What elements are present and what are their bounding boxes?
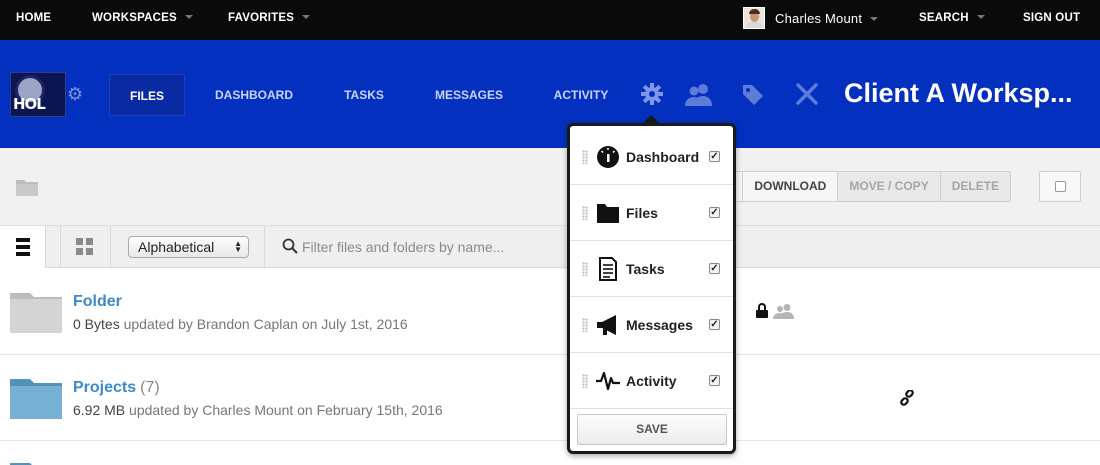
file-row[interactable]: Folder 0 Bytes updated by Brandon Caplan…	[0, 269, 1100, 355]
nav-search-label: SEARCH	[919, 12, 969, 24]
download-button[interactable]: DOWNLOAD	[742, 172, 838, 201]
nav-workspaces-label: WORKSPACES	[92, 12, 177, 24]
popup-item-label: Messages	[626, 317, 693, 333]
popup-item-dashboard[interactable]: Dashboard ✓	[570, 129, 733, 185]
tools-icon[interactable]	[794, 82, 820, 111]
file-meta: 0 Bytes updated by Brandon Caplan on Jul…	[73, 316, 408, 332]
file-name: Folder	[73, 293, 122, 310]
filter-input[interactable]	[302, 234, 562, 260]
sign-out-link[interactable]: SIGN OUT	[1023, 0, 1080, 40]
tab-messages[interactable]: MESSAGES	[423, 74, 515, 116]
logo-text: HOL	[13, 95, 46, 113]
megaphone-icon	[596, 313, 620, 337]
file-size: 6.92 MB	[73, 402, 126, 418]
workspace-title: Client A Worksp...	[844, 78, 1073, 108]
chevron-down-icon	[302, 15, 311, 19]
popup-item-files[interactable]: Files ✓	[570, 185, 733, 241]
top-navigation: HOME WORKSPACES FAVORITES Charles Mount …	[0, 0, 1100, 40]
popup-item-label: Files	[626, 205, 658, 221]
user-menu[interactable]: Charles Mount	[775, 0, 879, 40]
nav-favorites-label: FAVORITES	[228, 12, 295, 24]
file-meta: 6.92 MB updated by Charles Mount on Febr…	[73, 402, 443, 418]
move-copy-button[interactable]: MOVE / COPY	[837, 172, 940, 201]
chevron-down-icon	[870, 17, 879, 21]
drag-handle-icon[interactable]	[582, 150, 588, 164]
avatar[interactable]	[743, 7, 765, 29]
filter-bar: Alphabetical ▲ ▼	[0, 226, 1100, 268]
file-actions: TE DOWNLOAD MOVE / COPY DELETE	[704, 171, 1012, 202]
tab-files[interactable]: FILES	[109, 74, 185, 116]
folder-icon	[10, 375, 62, 424]
grid-view-button[interactable]	[60, 226, 111, 268]
popup-pointer	[643, 115, 659, 123]
tag-icon[interactable]	[740, 82, 766, 111]
nav-favorites[interactable]: FAVORITES	[228, 0, 311, 40]
chevron-down-icon	[976, 15, 985, 19]
tab-settings-popup: Dashboard ✓ Files ✓ Tasks ✓ Messages ✓ A…	[567, 123, 736, 454]
popup-item-label: Tasks	[626, 261, 665, 277]
popup-item-activity[interactable]: Activity ✓	[570, 353, 733, 409]
drag-handle-icon[interactable]	[582, 206, 588, 220]
tab-activity[interactable]: ACTIVITY	[543, 74, 619, 116]
document-icon	[596, 257, 620, 281]
drag-handle-icon[interactable]	[582, 318, 588, 332]
lock-icon	[756, 303, 768, 323]
users-icon[interactable]	[684, 82, 714, 111]
chevron-down-icon	[184, 15, 193, 19]
popup-item-messages[interactable]: Messages ✓	[570, 297, 733, 353]
list-view-icon	[16, 238, 30, 256]
popup-item-tasks[interactable]: Tasks ✓	[570, 241, 733, 297]
list-view-button[interactable]	[0, 226, 46, 268]
workspace-header: HOL ⚙ FILES DASHBOARD TASKS MESSAGES ACT…	[0, 40, 1100, 148]
popup-item-checkbox[interactable]: ✓	[709, 207, 720, 218]
gear-icon[interactable]	[640, 82, 664, 111]
shared-users-icon	[772, 303, 796, 324]
folder-icon	[16, 178, 38, 201]
popup-item-checkbox[interactable]: ✓	[709, 151, 720, 162]
file-updated: updated by Brandon Caplan on July 1st, 2…	[123, 316, 408, 332]
tab-tasks[interactable]: TASKS	[333, 74, 395, 116]
delete-button[interactable]: DELETE	[939, 172, 1011, 201]
select-all-checkbox[interactable]	[1039, 171, 1081, 202]
select-arrows-icon: ▲ ▼	[234, 239, 242, 254]
drag-handle-icon[interactable]	[582, 262, 588, 276]
user-name: Charles Mount	[775, 11, 863, 26]
folder-icon	[596, 201, 620, 225]
save-button[interactable]: SAVE	[577, 414, 727, 445]
file-count: (7)	[140, 379, 160, 396]
file-name-link[interactable]: Projects (7)	[73, 379, 160, 397]
file-size: 0 Bytes	[73, 316, 120, 332]
folder-icon	[10, 459, 62, 465]
activity-icon	[596, 369, 620, 393]
link-icon	[899, 389, 915, 411]
nav-search[interactable]: SEARCH	[919, 0, 985, 40]
sort-select-value: Alphabetical	[138, 239, 215, 255]
file-name-link[interactable]: Folder	[73, 293, 122, 311]
popup-item-label: Dashboard	[626, 149, 700, 165]
logo-settings-icon[interactable]: ⚙	[67, 84, 83, 105]
file-toolbar: TE DOWNLOAD MOVE / COPY DELETE	[0, 148, 1100, 226]
tab-dashboard[interactable]: DASHBOARD	[203, 74, 305, 116]
grid-view-icon	[76, 238, 93, 255]
file-name: Projects	[73, 379, 137, 396]
popup-item-label: Activity	[626, 373, 677, 389]
popup-item-checkbox[interactable]: ✓	[709, 375, 720, 386]
drag-handle-icon[interactable]	[582, 374, 588, 388]
file-updated: updated by Charles Mount on February 15t…	[129, 402, 443, 418]
search-icon	[282, 238, 298, 259]
nav-home[interactable]: HOME	[16, 0, 51, 40]
popup-item-checkbox[interactable]: ✓	[709, 319, 720, 330]
workspace-logo[interactable]: HOL	[10, 72, 66, 117]
popup-item-checkbox[interactable]: ✓	[709, 263, 720, 274]
file-row[interactable]: Projects (7) 6.92 MB updated by Charles M…	[0, 355, 1100, 441]
nav-workspaces[interactable]: WORKSPACES	[92, 0, 193, 40]
file-row[interactable]	[0, 441, 1100, 465]
sort-select[interactable]: Alphabetical ▲ ▼	[128, 236, 249, 258]
folder-icon	[10, 289, 62, 338]
dashboard-icon	[596, 145, 620, 169]
